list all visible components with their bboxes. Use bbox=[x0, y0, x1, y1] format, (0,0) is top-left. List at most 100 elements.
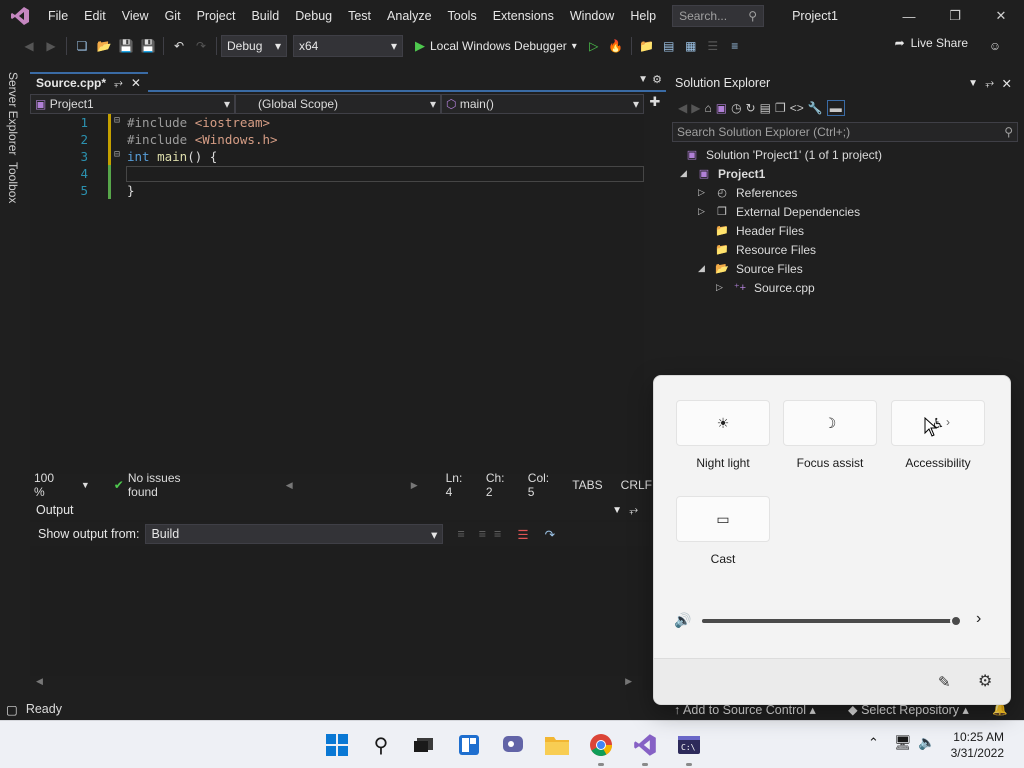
pin-icon[interactable]: ⥅ bbox=[985, 77, 994, 90]
show-all-files-icon[interactable]: ❐ bbox=[775, 101, 786, 115]
close-icon[interactable]: ✕ bbox=[1002, 76, 1012, 91]
tree-item-project[interactable]: ◢ ▣ Project1 bbox=[680, 164, 765, 183]
menu-project[interactable]: Project bbox=[189, 0, 244, 32]
member-nav-select[interactable]: ⬡ main() ▾ bbox=[441, 94, 644, 114]
close-button[interactable]: ✕ bbox=[978, 0, 1024, 32]
start-without-debugging-icon[interactable]: ▷ bbox=[583, 35, 605, 57]
menu-analyze[interactable]: Analyze bbox=[379, 0, 439, 32]
start-button[interactable] bbox=[323, 731, 351, 759]
comment-icon[interactable]: ☰ bbox=[702, 35, 724, 57]
expanded-arrow-icon[interactable]: ◢ bbox=[698, 263, 708, 274]
redo-icon[interactable]: ↷ bbox=[190, 35, 212, 57]
platform-select[interactable]: x64 ▾ bbox=[293, 35, 403, 57]
tree-item-source-files[interactable]: ◢ 📂 Source Files bbox=[698, 259, 803, 278]
scroll-left-icon[interactable]: ◀ bbox=[286, 480, 293, 491]
menu-extensions[interactable]: Extensions bbox=[485, 0, 562, 32]
volume-slider-thumb[interactable] bbox=[950, 615, 962, 627]
visual-studio-taskbar-icon[interactable] bbox=[631, 731, 659, 759]
collapse-icon[interactable]: ⊟ bbox=[114, 115, 120, 126]
find-message-icon[interactable]: ≡ bbox=[457, 527, 464, 541]
pin-icon[interactable]: ⥅ bbox=[114, 77, 123, 90]
line-ending[interactable]: CRLF bbox=[621, 478, 652, 492]
tree-item-solution[interactable]: ▣ Solution 'Project1' (1 of 1 project) bbox=[684, 145, 882, 164]
configuration-select[interactable]: Debug ▾ bbox=[221, 35, 287, 57]
edit-pencil-icon[interactable]: ✎ bbox=[938, 673, 951, 691]
chevron-down-icon[interactable]: ▼ bbox=[612, 505, 622, 516]
collapse-icon[interactable]: ⊟ bbox=[114, 149, 120, 160]
clear-all-icon[interactable]: ☰ bbox=[517, 527, 528, 542]
collapsed-arrow-icon[interactable]: ▷ bbox=[716, 282, 726, 293]
tree-item-header-files[interactable]: 📁 Header Files bbox=[714, 221, 804, 240]
code-icon[interactable]: <> bbox=[790, 101, 804, 115]
zoom-level[interactable]: 100 % bbox=[34, 471, 65, 499]
switch-views-icon[interactable]: ▣ bbox=[716, 101, 727, 115]
indent-icon[interactable]: ≡ bbox=[724, 35, 746, 57]
menu-git[interactable]: Git bbox=[157, 0, 189, 32]
open-folder-icon[interactable]: 📂 bbox=[93, 35, 115, 57]
menu-file[interactable]: File bbox=[40, 0, 76, 32]
hot-reload-icon[interactable]: 🔥 bbox=[605, 35, 627, 57]
widgets-icon[interactable] bbox=[455, 731, 483, 759]
tree-item-external-dependencies[interactable]: ▷ ❐ External Dependencies bbox=[698, 202, 860, 221]
close-icon[interactable]: ✕ bbox=[131, 76, 141, 90]
chevron-right-icon[interactable]: › bbox=[946, 415, 950, 429]
solution-search-input[interactable]: Search Solution Explorer (Ctrl+;) ⚲ bbox=[672, 122, 1018, 142]
server-explorer-tab[interactable]: Server Explorer bbox=[6, 72, 20, 155]
cast-toggle[interactable]: ▭ bbox=[676, 496, 770, 542]
start-debugging-button[interactable]: ▶ Local Windows Debugger ▾ bbox=[415, 38, 577, 54]
sync-icon[interactable]: ↻ bbox=[746, 101, 756, 115]
minimize-button[interactable]: — bbox=[886, 0, 932, 32]
file-explorer-icon[interactable] bbox=[543, 731, 571, 759]
volume-icon[interactable]: 🔊 bbox=[674, 612, 691, 629]
scope-nav-select[interactable]: (Global Scope) ▾ bbox=[235, 94, 441, 114]
preview-icon[interactable]: ▬ bbox=[826, 100, 845, 116]
layout-icon[interactable]: ▤ bbox=[658, 35, 680, 57]
code-editor[interactable]: 1 ⊟ #include <iostream> 2 #include <Wind… bbox=[30, 114, 652, 474]
vertical-scrollbar[interactable] bbox=[644, 128, 652, 474]
next-message-icon[interactable]: ≡ bbox=[494, 527, 501, 541]
history-icon[interactable]: ◷ bbox=[731, 101, 741, 115]
collapsed-arrow-icon[interactable]: ▷ bbox=[698, 187, 708, 198]
tab-source-cpp[interactable]: Source.cpp* ⥅ ✕ bbox=[30, 72, 148, 92]
new-project-icon[interactable]: ❏ bbox=[71, 35, 93, 57]
folder-icon[interactable]: 📁 bbox=[636, 35, 658, 57]
forward-icon[interactable]: ▶ bbox=[40, 35, 62, 57]
issues-status[interactable]: No issues found bbox=[128, 471, 206, 499]
volume-output-chevron-icon[interactable]: › bbox=[976, 610, 981, 628]
pin-icon[interactable]: ⥅ bbox=[629, 504, 638, 517]
task-view-icon[interactable] bbox=[410, 731, 438, 759]
home-icon[interactable]: ⌂ bbox=[704, 101, 711, 115]
horizontal-scrollbar[interactable]: ◀ ▶ bbox=[30, 676, 642, 690]
save-all-icon[interactable]: 💾 bbox=[137, 35, 159, 57]
collapse-all-icon[interactable]: ▤ bbox=[760, 101, 771, 115]
scroll-right-icon[interactable]: ▶ bbox=[625, 676, 632, 687]
settings-gear-icon[interactable]: ⚙ bbox=[978, 671, 992, 691]
output-source-select[interactable]: Build ▾ bbox=[145, 524, 444, 544]
previous-message-icon[interactable]: ≡ bbox=[479, 527, 486, 541]
undo-icon[interactable]: ↶ bbox=[168, 35, 190, 57]
chrome-icon[interactable] bbox=[587, 731, 615, 759]
menu-view[interactable]: View bbox=[114, 0, 157, 32]
menu-debug[interactable]: Debug bbox=[287, 0, 340, 32]
project-nav-select[interactable]: ▣ Project1 ▾ bbox=[30, 94, 235, 114]
column-position[interactable]: Col: 5 bbox=[528, 471, 556, 499]
collapsed-arrow-icon[interactable]: ▷ bbox=[698, 206, 708, 217]
volume-slider[interactable] bbox=[702, 615, 962, 627]
gear-icon[interactable]: ⚙ bbox=[652, 73, 662, 86]
live-share-button[interactable]: ➦ Live Share bbox=[895, 36, 968, 50]
tree-item-resource-files[interactable]: 📁 Resource Files bbox=[714, 240, 816, 259]
menu-tools[interactable]: Tools bbox=[440, 0, 485, 32]
expanded-arrow-icon[interactable]: ◢ bbox=[680, 168, 690, 179]
chevron-down-icon[interactable]: ▼ bbox=[968, 78, 978, 89]
toolbox-tab[interactable]: Toolbox bbox=[6, 162, 20, 203]
word-wrap-icon[interactable]: ↷ bbox=[545, 527, 555, 542]
menu-help[interactable]: Help bbox=[622, 0, 664, 32]
menu-edit[interactable]: Edit bbox=[76, 0, 114, 32]
search-input[interactable]: Search... ⚲ bbox=[672, 5, 765, 27]
show-hidden-icons-chevron-icon[interactable]: ⌃ bbox=[868, 735, 879, 751]
taskbar-search-icon[interactable]: ⚲ bbox=[367, 731, 395, 759]
back-icon[interactable]: ◀ bbox=[18, 35, 40, 57]
menu-test[interactable]: Test bbox=[340, 0, 379, 32]
line-position[interactable]: Ln: 4 bbox=[446, 471, 470, 499]
scroll-right-icon[interactable]: ▶ bbox=[411, 480, 418, 491]
